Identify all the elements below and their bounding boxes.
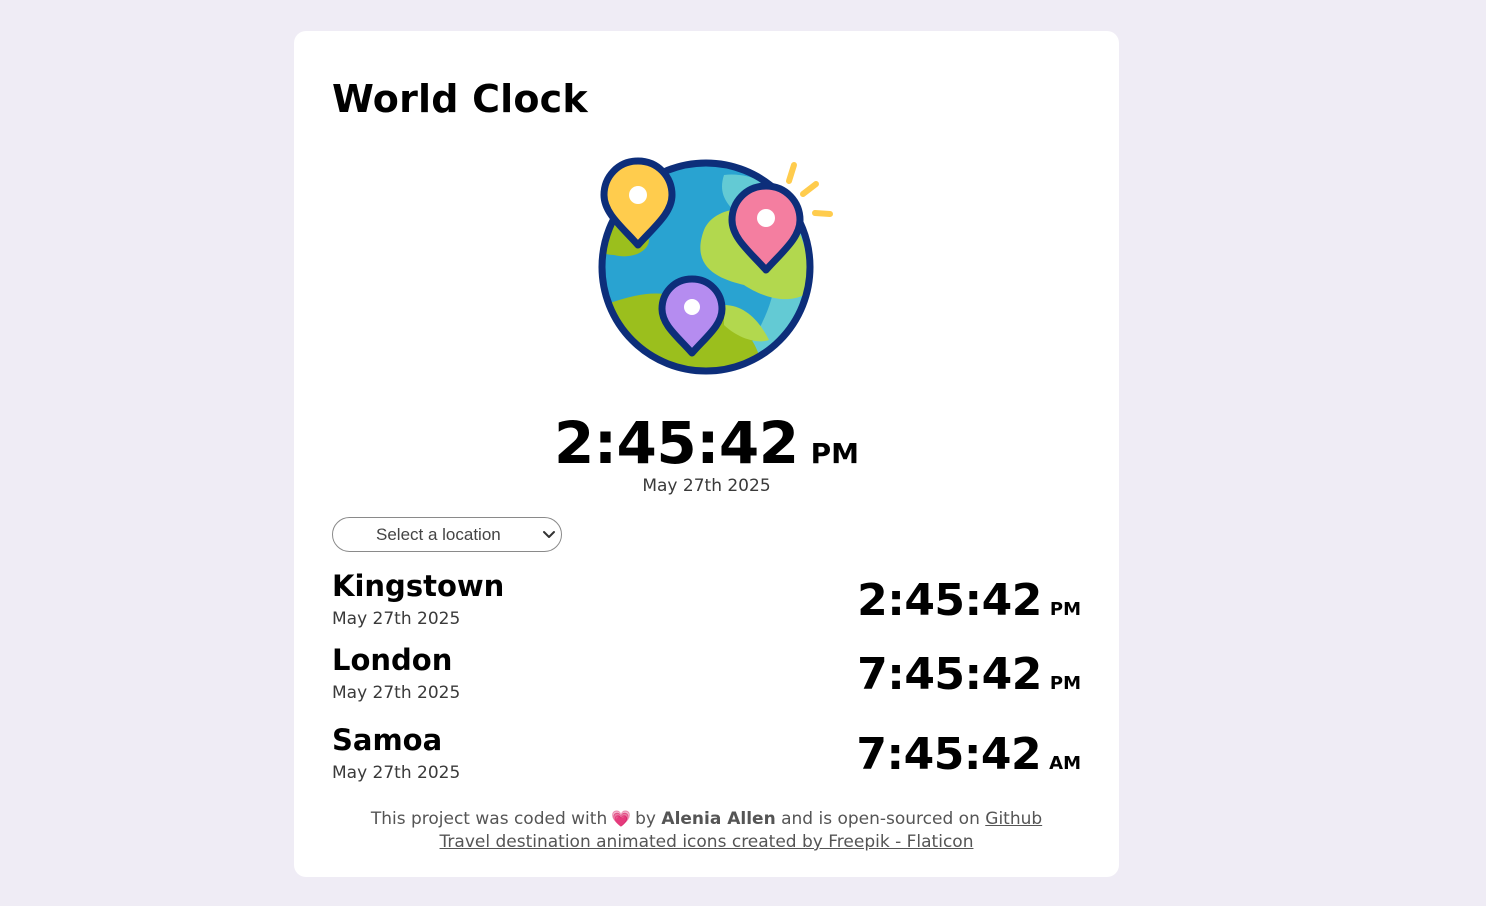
location-select[interactable]: Select a location <box>332 517 562 552</box>
city-time-value: 2:45:42 <box>857 575 1042 626</box>
world-clock-card: World Clock 2:45:42 PM May 27th 2025 Sel… <box>294 31 1119 877</box>
footer-line-2: Travel destination animated icons create… <box>294 831 1119 854</box>
heart-icon: 💗 <box>611 809 632 828</box>
current-time-ampm: PM <box>810 437 860 470</box>
current-date: May 27th 2025 <box>642 476 771 496</box>
footer-text-after: and is open-sourced on <box>781 809 980 829</box>
city-time: 7:45:42 AM <box>856 729 1081 780</box>
github-link[interactable]: Github <box>985 809 1042 829</box>
city-row-samoa: Samoa May 27th 2025 7:45:42 AM <box>332 723 1081 787</box>
location-select-label: Select a location <box>376 524 501 544</box>
city-time-value: 7:45:42 <box>856 729 1042 780</box>
current-time: 2:45:42 PM <box>294 409 1119 477</box>
city-date: May 27th 2025 <box>332 763 461 783</box>
city-time-ampm: PM <box>1049 673 1081 694</box>
city-time: 2:45:42 PM <box>857 575 1081 626</box>
footer-line-1: This project was coded with 💗 by Alenia Al… <box>294 807 1119 831</box>
flaticon-credit-link[interactable]: Travel destination animated icons create… <box>440 832 974 852</box>
footer: This project was coded with 💗 by Alenia Al… <box>294 807 1119 854</box>
city-row-kingstown: Kingstown May 27th 2025 2:45:42 PM <box>332 569 1081 633</box>
footer-by: by <box>635 809 656 829</box>
city-date: May 27th 2025 <box>332 683 461 703</box>
city-time-ampm: AM <box>1049 753 1081 774</box>
city-name: Samoa <box>332 723 443 757</box>
current-time-value: 2:45:42 <box>553 409 799 477</box>
city-name: Kingstown <box>332 569 505 603</box>
globe-with-location-pins-icon <box>594 155 839 377</box>
city-name: London <box>332 643 453 677</box>
footer-author: Alenia Allen <box>661 809 776 829</box>
city-date: May 27th 2025 <box>332 609 461 629</box>
footer-text-before: This project was coded with <box>370 809 608 829</box>
city-row-london: London May 27th 2025 7:45:42 PM <box>332 643 1081 707</box>
city-time-ampm: PM <box>1049 599 1081 620</box>
chevron-down-icon <box>543 531 555 538</box>
city-time: 7:45:42 PM <box>857 649 1081 700</box>
city-time-value: 7:45:42 <box>857 649 1042 700</box>
page-title: World Clock <box>332 77 588 121</box>
